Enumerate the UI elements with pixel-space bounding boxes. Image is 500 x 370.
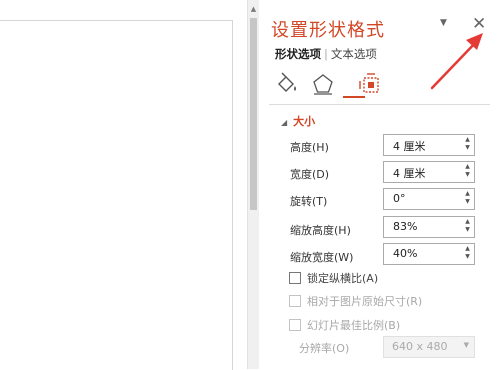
pane-divider (269, 104, 490, 105)
fill-line-icon[interactable] (275, 72, 299, 96)
resolution-select: 640 x 480 ▼ (383, 336, 475, 358)
tab-separator: | (324, 47, 328, 61)
relative-to-original-checkbox: 相对于图片原始尺寸(R) (289, 293, 422, 309)
resolution-value: 640 x 480 (392, 340, 448, 353)
scroll-thumb[interactable] (250, 18, 257, 210)
size-section-title: 大小 (293, 115, 316, 128)
vertical-scrollbar[interactable]: ▲ (247, 0, 259, 369)
chevron-down-icon: ▼ (463, 341, 469, 349)
pane-title: 设置形状格式 (271, 20, 385, 41)
size-section-header[interactable]: ◢ 大小 (281, 113, 315, 129)
scale-width-label: 缩放宽度(W) (290, 251, 354, 264)
width-spinner[interactable]: 4 厘米 ▲ ▼ (383, 161, 475, 183)
lock-aspect-ratio-label[interactable]: 锁定纵横比(A) (307, 272, 378, 285)
width-label: 宽度(D) (290, 168, 330, 181)
checkbox-square[interactable] (289, 272, 301, 284)
relative-to-original-label: 相对于图片原始尺寸(R) (307, 295, 423, 308)
spin-arrows-icon[interactable]: ▲ ▼ (464, 163, 471, 179)
size-properties-icon[interactable] (359, 72, 383, 96)
spin-arrows-icon[interactable]: ▲ ▼ (464, 136, 471, 152)
rotation-label: 旋转(T) (290, 195, 328, 208)
spin-arrows-icon[interactable]: ▲ ▼ (464, 245, 471, 261)
height-value[interactable]: 4 厘米 (393, 138, 426, 154)
active-category-indicator (343, 96, 365, 98)
best-scale-label: 幻灯片最佳比例(B) (307, 319, 401, 332)
resolution-label: 分辨率(O) (299, 342, 350, 355)
rotation-value[interactable]: 0° (393, 192, 406, 205)
height-label: 高度(H) (290, 141, 329, 154)
collapse-triangle-icon[interactable]: ◢ (281, 118, 287, 127)
spin-arrows-icon[interactable]: ▲ ▼ (464, 190, 471, 206)
format-shape-pane: 设置形状格式 ▼ ✕ 形状选项 | 文本选项 ◢ 大小 高度(H) 4 厘米 ▲… (259, 0, 500, 369)
checkbox-square (289, 295, 301, 307)
height-spinner[interactable]: 4 厘米 ▲ ▼ (383, 134, 475, 156)
tab-shape-options[interactable]: 形状选项 (275, 47, 321, 61)
scale-height-label: 缩放高度(H) (290, 224, 351, 237)
scale-width-spinner[interactable]: 40% ▲ ▼ (383, 243, 475, 265)
tab-text-options[interactable]: 文本选项 (331, 47, 377, 61)
width-value[interactable]: 4 厘米 (393, 165, 426, 181)
scroll-up-arrow-icon[interactable]: ▲ (248, 4, 259, 15)
effects-pentagon-icon[interactable] (311, 72, 335, 96)
lock-aspect-ratio-checkbox[interactable]: 锁定纵横比(A) (289, 270, 378, 286)
pane-tabs: 形状选项 | 文本选项 (275, 46, 377, 62)
scale-height-spinner[interactable]: 83% ▲ ▼ (383, 216, 475, 238)
spin-arrows-icon[interactable]: ▲ ▼ (464, 218, 471, 234)
best-scale-checkbox: 幻灯片最佳比例(B) (289, 317, 400, 333)
slide-canvas[interactable] (0, 0, 245, 370)
slide-edge (0, 20, 233, 370)
checkbox-square (289, 319, 301, 331)
rotation-spinner[interactable]: 0° ▲ ▼ (383, 188, 475, 210)
close-icon[interactable]: ✕ (472, 14, 486, 34)
scale-width-value[interactable]: 40% (393, 247, 417, 260)
scale-height-value[interactable]: 83% (393, 220, 417, 233)
pane-options-dropdown-icon[interactable]: ▼ (440, 18, 447, 28)
